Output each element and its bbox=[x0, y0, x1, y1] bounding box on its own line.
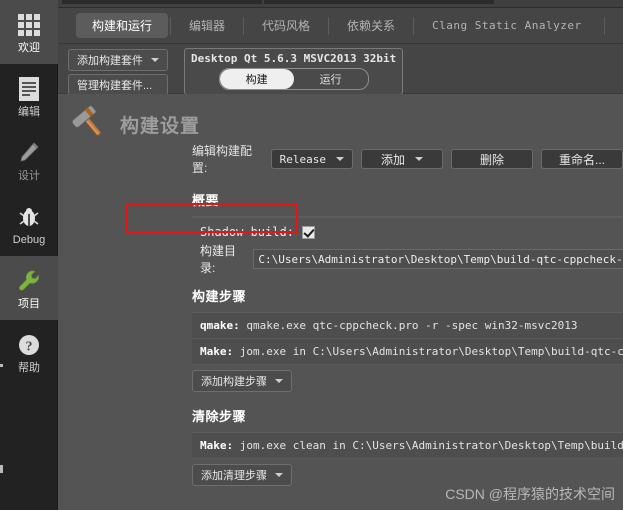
scroll-marker-lower bbox=[0, 465, 3, 473]
page-title: 构建设置 bbox=[120, 115, 201, 137]
build-step-row[interactable]: Make: jom.exe in C:\Users\Administrator\… bbox=[192, 339, 623, 365]
main-pane: 构建和运行 编辑器 代码风格 依赖关系 Clang Static Analyze… bbox=[58, 0, 623, 510]
kit-name: Desktop Qt 5.6.3 MSVC2013 32bit bbox=[191, 52, 397, 65]
add-config-button[interactable]: 添加 bbox=[361, 149, 443, 169]
clean-step-name: Make: bbox=[200, 439, 234, 452]
tab-divider bbox=[413, 16, 415, 35]
chevron-down-icon bbox=[415, 157, 423, 161]
remove-config-label: 删除 bbox=[479, 152, 504, 167]
clean-steps-panel: Make: jom.exe clean in C:\Users\Administ… bbox=[192, 432, 623, 459]
sidebar-item-design[interactable]: 设计 bbox=[0, 128, 58, 192]
overview-section-title: 概要 bbox=[192, 193, 220, 208]
tab-code-style[interactable]: 代码风格 bbox=[246, 13, 326, 38]
tab-divider bbox=[603, 16, 605, 35]
sidebar-item-edit[interactable]: 编辑 bbox=[0, 64, 58, 128]
sidebar-item-projects[interactable]: 项目 bbox=[0, 256, 58, 320]
top-strip-segment bbox=[264, 0, 494, 4]
shadow-build-row: Shadow build: bbox=[192, 218, 623, 246]
clean-step-row[interactable]: Make: jom.exe clean in C:\Users\Administ… bbox=[192, 433, 623, 459]
question-icon: ? bbox=[15, 331, 43, 359]
build-directory-row: 构建目录: C:\Users\Administrator\Desktop\Tem… bbox=[192, 244, 623, 275]
tab-divider bbox=[328, 16, 330, 35]
settings-category-tabs: 构建和运行 编辑器 代码风格 依赖关系 Clang Static Analyze… bbox=[58, 8, 623, 44]
watermark: CSDN @程序猿的技术空间 bbox=[445, 486, 615, 502]
scroll-marker-upper bbox=[0, 364, 3, 367]
build-steps-section-title: 构建步骤 bbox=[192, 289, 247, 304]
tab-build-and-run[interactable]: 构建和运行 bbox=[76, 13, 169, 38]
tab-clang-static-analyzer[interactable]: Clang Static Analyzer bbox=[416, 15, 598, 36]
grid-icon bbox=[15, 11, 43, 39]
tab-editor[interactable]: 编辑器 bbox=[173, 13, 241, 38]
chevron-down-icon bbox=[275, 379, 283, 383]
chevron-down-icon bbox=[151, 58, 159, 62]
kit-toggle-run[interactable]: 运行 bbox=[294, 69, 368, 89]
kit-card[interactable]: Desktop Qt 5.6.3 MSVC2013 32bit 构建 运行 bbox=[184, 48, 404, 95]
top-strip-segment bbox=[62, 0, 262, 4]
wrench-icon bbox=[15, 267, 43, 295]
kit-buttons: 添加构建套件 管理构建套件... bbox=[68, 48, 168, 96]
bug-icon bbox=[15, 203, 43, 231]
edit-build-config-label: 编辑构建配置: bbox=[192, 144, 253, 175]
build-settings-body: 构建设置 编辑构建配置: Release 添加 删除 重命名... 概要 Sha… bbox=[58, 94, 623, 510]
clean-step-detail: jom.exe clean in C:\Users\Administrator\… bbox=[239, 439, 623, 452]
mode-selector-sidebar: 欢迎 编辑 设计 Debug 项目 ? 帮助 bbox=[0, 0, 58, 510]
manage-kits-button[interactable]: 管理构建套件... bbox=[68, 74, 168, 96]
manage-kits-label: 管理构建套件... bbox=[77, 80, 153, 92]
sidebar-item-label: 帮助 bbox=[18, 361, 40, 374]
add-clean-step-wrap: 添加清理步骤 bbox=[58, 464, 623, 486]
tab-divider bbox=[170, 16, 172, 35]
svg-text:?: ? bbox=[26, 339, 33, 354]
chevron-down-icon bbox=[336, 157, 345, 161]
hammer-icon bbox=[68, 102, 112, 146]
build-step-detail: jom.exe in C:\Users\Administrator\Deskto… bbox=[239, 345, 623, 358]
add-kit-label: 添加构建套件 bbox=[77, 55, 143, 67]
edit-build-config-row: 编辑构建配置: Release 添加 删除 重命名... bbox=[58, 142, 623, 176]
build-directory-input[interactable]: C:\Users\Administrator\Desktop\Temp\buil… bbox=[253, 249, 623, 269]
add-build-step-button[interactable]: 添加构建步骤 bbox=[192, 370, 292, 392]
sidebar-item-debug[interactable]: Debug bbox=[0, 192, 58, 256]
shadow-build-label: Shadow build: bbox=[200, 225, 294, 239]
add-clean-step-button[interactable]: 添加清理步骤 bbox=[192, 464, 292, 486]
remove-config-button[interactable]: 删除 bbox=[451, 149, 533, 169]
add-clean-step-label: 添加清理步骤 bbox=[201, 470, 267, 482]
overview-section: Shadow build: 构建目录: C:\Users\Administrat… bbox=[192, 216, 623, 275]
tab-dependencies[interactable]: 依赖关系 bbox=[331, 13, 411, 38]
chevron-down-icon bbox=[275, 473, 283, 477]
build-settings-header: 构建设置 bbox=[58, 102, 623, 146]
document-icon bbox=[15, 75, 43, 103]
build-step-row[interactable]: qmake: qmake.exe qtc-cppcheck.pro -r -sp… bbox=[192, 313, 623, 339]
rename-config-button[interactable]: 重命名... bbox=[541, 149, 623, 169]
kit-toggle-build[interactable]: 构建 bbox=[219, 69, 294, 89]
sidebar-item-welcome[interactable]: 欢迎 bbox=[0, 0, 58, 64]
clean-steps-section-title: 清除步骤 bbox=[192, 409, 247, 424]
tab-divider bbox=[243, 16, 245, 35]
sidebar-item-label: 项目 bbox=[18, 297, 40, 310]
pencil-icon bbox=[15, 139, 43, 167]
sidebar-item-label: Debug bbox=[12, 233, 46, 246]
kit-selector-bar: 添加构建套件 管理构建套件... Desktop Qt 5.6.3 MSVC20… bbox=[58, 44, 623, 96]
sidebar-item-label: 设计 bbox=[18, 169, 40, 182]
add-kit-button[interactable]: 添加构建套件 bbox=[68, 49, 168, 71]
sidebar-item-label: 欢迎 bbox=[18, 41, 40, 54]
build-step-name: qmake: bbox=[200, 319, 240, 332]
qt-creator-window: 欢迎 编辑 设计 Debug 项目 ? 帮助 构建和运行 编辑器 代码风格 依赖… bbox=[0, 0, 623, 510]
kit-build-run-toggle: 构建 运行 bbox=[218, 68, 369, 90]
build-step-name: Make: bbox=[200, 345, 234, 358]
shadow-build-checkbox[interactable] bbox=[301, 225, 315, 239]
build-directory-label: 构建目录: bbox=[200, 244, 237, 275]
build-config-value: Release bbox=[279, 152, 327, 166]
build-config-dropdown[interactable]: Release bbox=[270, 149, 353, 169]
add-config-label: 添加 bbox=[380, 152, 405, 167]
sidebar-item-label: 编辑 bbox=[18, 105, 40, 118]
build-steps-panel: qmake: qmake.exe qtc-cppcheck.pro -r -sp… bbox=[192, 312, 623, 365]
rename-config-label: 重命名... bbox=[558, 152, 605, 167]
add-build-step-wrap: 添加构建步骤 bbox=[58, 370, 623, 392]
build-step-detail: qmake.exe qtc-cppcheck.pro -r -spec win3… bbox=[239, 319, 578, 332]
sidebar-item-help[interactable]: ? 帮助 bbox=[0, 320, 58, 384]
window-top-strip bbox=[58, 0, 623, 8]
add-build-step-label: 添加构建步骤 bbox=[201, 376, 267, 388]
